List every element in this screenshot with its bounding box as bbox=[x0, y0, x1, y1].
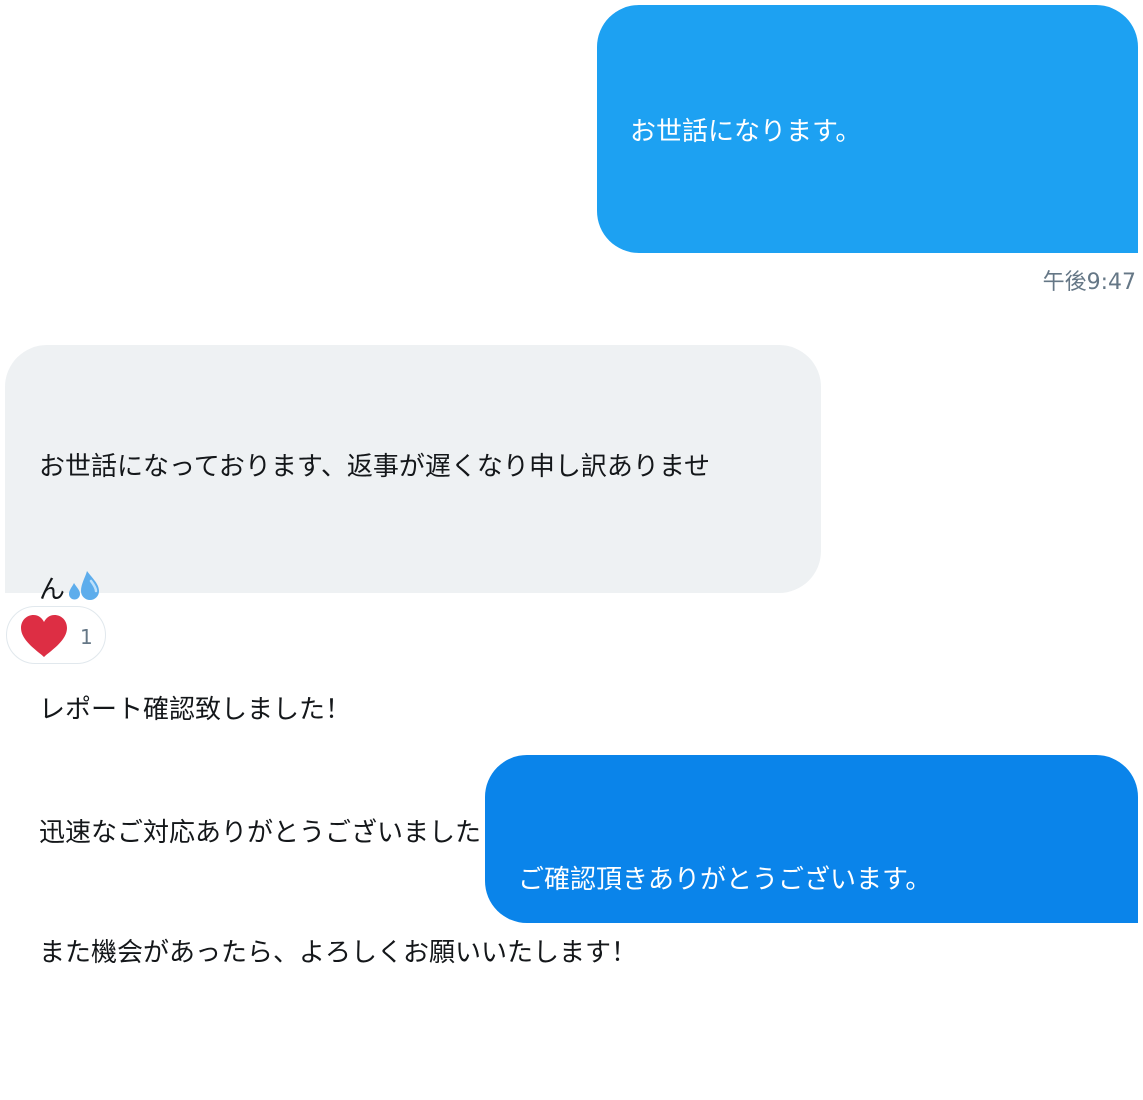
sent-message-bubble[interactable]: ご確認頂きありがとうございます。 今後ともどうぞよろしくお願い申し上げます。 bbox=[485, 755, 1138, 1055]
message-line: お世話になっております、返事が遅くなり申し訳ありませ bbox=[39, 452, 711, 482]
message-paragraph: 今後ともどうぞよろしくお願い申し上げます。 bbox=[518, 1025, 1061, 1055]
reaction-count: 1 bbox=[80, 625, 93, 649]
message-timestamp: 午後9:47 bbox=[1042, 270, 1136, 295]
message-line: レポート確認致しました！ bbox=[39, 695, 352, 725]
message-line: また機会があったら、よろしくお願いいたします！ bbox=[39, 938, 638, 968]
sweat-droplets-icon bbox=[69, 571, 100, 600]
heart-reaction-badge[interactable]: 1 bbox=[6, 606, 106, 664]
heart-icon bbox=[21, 615, 67, 657]
message-line-text: ん bbox=[39, 575, 66, 605]
message-paragraph: ご確認頂きありがとうございます。 bbox=[518, 865, 932, 895]
message-line-with-emoji: ん bbox=[39, 567, 797, 610]
message-paragraph: お世話になります。 bbox=[630, 117, 862, 147]
sent-message-bubble[interactable]: お世話になります。 メールにてレポート納品致しました。 以上、よろしくお願い申し… bbox=[597, 5, 1138, 467]
message-line-text: 迅速なご対応ありがとうございました bbox=[39, 818, 482, 848]
received-message-bubble[interactable]: お世話になっております、返事が遅くなり申し訳ありませ ん レポート確認致しました… bbox=[5, 345, 821, 968]
